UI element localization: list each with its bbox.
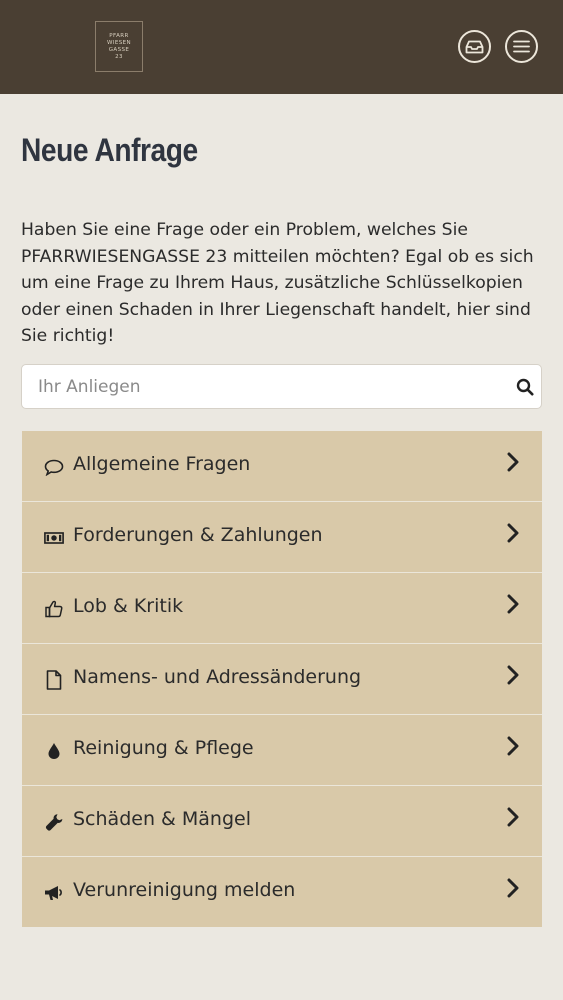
hamburger-menu-icon <box>513 40 530 53</box>
category-reinigung-pflege[interactable]: Reinigung & Pflege <box>22 715 542 786</box>
category-schaeden-maengel[interactable]: Schäden & Mängel <box>22 786 542 857</box>
category-label: Schäden & Mängel <box>73 808 251 830</box>
inbox-icon <box>465 40 484 53</box>
category-label: Verunreinigung melden <box>73 879 296 901</box>
category-lob-kritik[interactable]: Lob & Kritik <box>22 573 542 644</box>
logo[interactable]: PFARR WIESEN GASSE 23 <box>95 21 143 72</box>
logo-line-2: WIESEN <box>106 39 132 46</box>
wrench-icon <box>44 812 64 832</box>
category-forderungen-zahlungen[interactable]: Forderungen & Zahlungen <box>22 502 542 573</box>
logo-line-4: 23 <box>115 53 123 60</box>
chevron-right-icon <box>507 807 519 827</box>
speech-bubble-icon <box>44 457 64 477</box>
search-icon[interactable] <box>516 378 534 396</box>
category-verunreinigung-melden[interactable]: Verunreinigung melden <box>22 857 542 927</box>
category-allgemeine-fragen[interactable]: Allgemeine Fragen <box>22 431 542 502</box>
menu-button[interactable] <box>505 30 538 63</box>
category-label: Namens- und Adressänderung <box>73 666 362 688</box>
chevron-right-icon <box>507 523 519 543</box>
top-bar: PFARR WIESEN GASSE 23 <box>0 0 563 94</box>
logo-line-1: PFARR <box>109 32 129 39</box>
intro-text: Haben Sie eine Frage oder ein Problem, w… <box>21 220 534 346</box>
page-title: Neue Anfrage <box>21 132 198 168</box>
megaphone-icon <box>44 883 64 903</box>
water-drop-icon <box>44 741 64 761</box>
category-label: Allgemeine Fragen <box>73 453 251 475</box>
search-box <box>21 364 542 409</box>
chevron-right-icon <box>507 665 519 685</box>
logo-line-3: GASSE <box>108 46 130 53</box>
chevron-right-icon <box>507 452 519 472</box>
search-input[interactable] <box>38 365 508 408</box>
category-label: Forderungen & Zahlungen <box>73 524 323 546</box>
inbox-button[interactable] <box>458 30 491 63</box>
category-label: Reinigung & Pflege <box>73 737 254 759</box>
category-namens-adressaenderung[interactable]: Namens- und Adressänderung <box>22 644 542 715</box>
category-list: Allgemeine Fragen Forderungen & Zahlunge… <box>22 431 542 927</box>
chevron-right-icon <box>507 594 519 614</box>
banknote-icon <box>44 528 64 548</box>
document-icon <box>44 670 64 690</box>
category-label: Lob & Kritik <box>73 595 184 617</box>
chevron-right-icon <box>507 736 519 756</box>
thumbs-up-icon <box>44 599 64 619</box>
chevron-right-icon <box>507 878 519 898</box>
